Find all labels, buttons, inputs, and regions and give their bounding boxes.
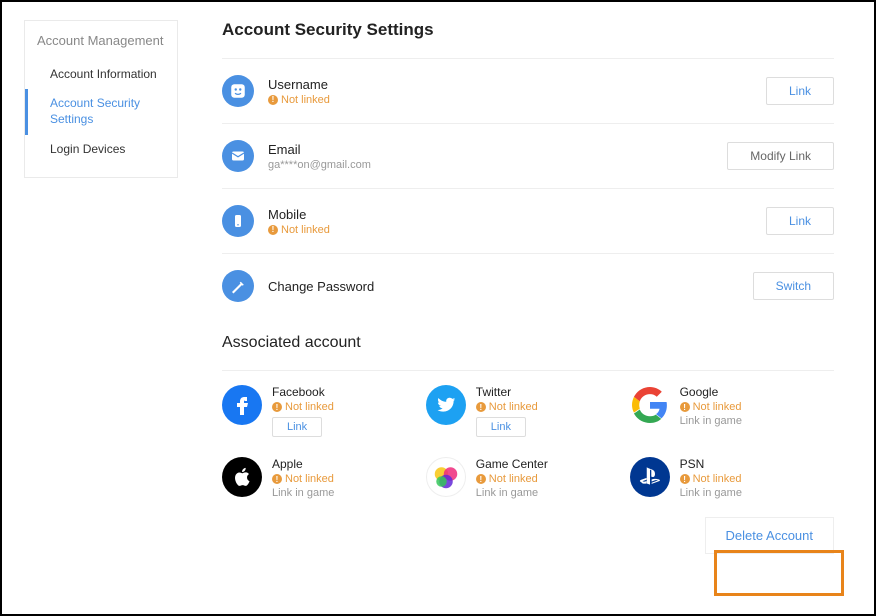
page-title: Account Security Settings (222, 20, 834, 40)
email-label: Email (268, 142, 727, 157)
assoc-sub: Link in game (680, 415, 742, 427)
username-label: Username (268, 77, 766, 92)
warning-icon: ! (272, 474, 282, 484)
email-icon (222, 140, 254, 172)
sidebar-item-account-security-settings[interactable]: Account Security Settings (25, 89, 177, 134)
twitter-icon (426, 385, 466, 425)
twitter-link-button[interactable]: Link (476, 417, 526, 437)
sidebar-item-login-devices[interactable]: Login Devices (25, 135, 177, 165)
associated-title: Associated account (222, 334, 834, 352)
username-status: !Not linked (268, 94, 766, 106)
warning-icon: ! (476, 402, 486, 412)
mobile-link-button[interactable]: Link (766, 207, 834, 235)
password-icon (222, 270, 254, 302)
sidebar-item-label: Account Security Settings (50, 96, 140, 126)
assoc-item-google: Google !Not linked Link in game (630, 375, 834, 447)
assoc-status: !Not linked (680, 473, 742, 485)
assoc-name: PSN (680, 457, 742, 471)
assoc-sub: Link in game (680, 487, 742, 499)
assoc-status: !Not linked (680, 401, 742, 413)
warning-icon: ! (272, 402, 282, 412)
assoc-item-facebook: Facebook !Not linked Link (222, 375, 426, 447)
highlight-box (714, 550, 844, 596)
warning-icon: ! (268, 225, 278, 235)
sidebar-item-label: Login Devices (50, 142, 125, 156)
facebook-link-button[interactable]: Link (272, 417, 322, 437)
facebook-icon (222, 385, 262, 425)
row-password: Change Password Switch (222, 253, 834, 318)
sidebar-title: Account Management (25, 33, 177, 60)
assoc-status: !Not linked (476, 473, 548, 485)
warning-icon: ! (268, 95, 278, 105)
assoc-item-gamecenter: Game Center !Not linked Link in game (426, 447, 630, 509)
apple-icon (222, 457, 262, 497)
row-email: Email ga****on@gmail.com Modify Link (222, 123, 834, 188)
mobile-label: Mobile (268, 207, 766, 222)
warning-icon: ! (476, 474, 486, 484)
assoc-name: Google (680, 385, 742, 399)
sidebar-item-label: Account Information (50, 67, 157, 81)
mobile-icon (222, 205, 254, 237)
warning-icon: ! (680, 402, 690, 412)
username-link-button[interactable]: Link (766, 77, 834, 105)
assoc-name: Twitter (476, 385, 538, 399)
assoc-status: !Not linked (476, 401, 538, 413)
associated-grid: Facebook !Not linked Link Twitter !Not l… (222, 370, 834, 509)
mobile-status: !Not linked (268, 224, 766, 236)
email-value: ga****on@gmail.com (268, 159, 727, 171)
password-switch-button[interactable]: Switch (753, 272, 834, 300)
main-content: Account Security Settings Username !Not … (178, 20, 874, 554)
assoc-status: !Not linked (272, 401, 334, 413)
row-mobile: Mobile !Not linked Link (222, 188, 834, 253)
google-icon (630, 385, 670, 425)
email-modify-button[interactable]: Modify Link (727, 142, 834, 170)
delete-account-button[interactable]: Delete Account (705, 517, 834, 554)
row-username: Username !Not linked Link (222, 58, 834, 123)
warning-icon: ! (680, 474, 690, 484)
assoc-item-apple: Apple !Not linked Link in game (222, 447, 426, 509)
assoc-item-twitter: Twitter !Not linked Link (426, 375, 630, 447)
username-icon (222, 75, 254, 107)
delete-wrap: Delete Account (222, 517, 834, 554)
assoc-sub: Link in game (272, 487, 334, 499)
assoc-sub: Link in game (476, 487, 548, 499)
assoc-name: Game Center (476, 457, 548, 471)
password-label: Change Password (268, 279, 753, 294)
assoc-name: Facebook (272, 385, 334, 399)
sidebar: Account Management Account Information A… (24, 20, 178, 178)
assoc-item-psn: PSN !Not linked Link in game (630, 447, 834, 509)
psn-icon (630, 457, 670, 497)
sidebar-item-account-information[interactable]: Account Information (25, 60, 177, 90)
assoc-name: Apple (272, 457, 334, 471)
assoc-status: !Not linked (272, 473, 334, 485)
gamecenter-icon (426, 457, 466, 497)
